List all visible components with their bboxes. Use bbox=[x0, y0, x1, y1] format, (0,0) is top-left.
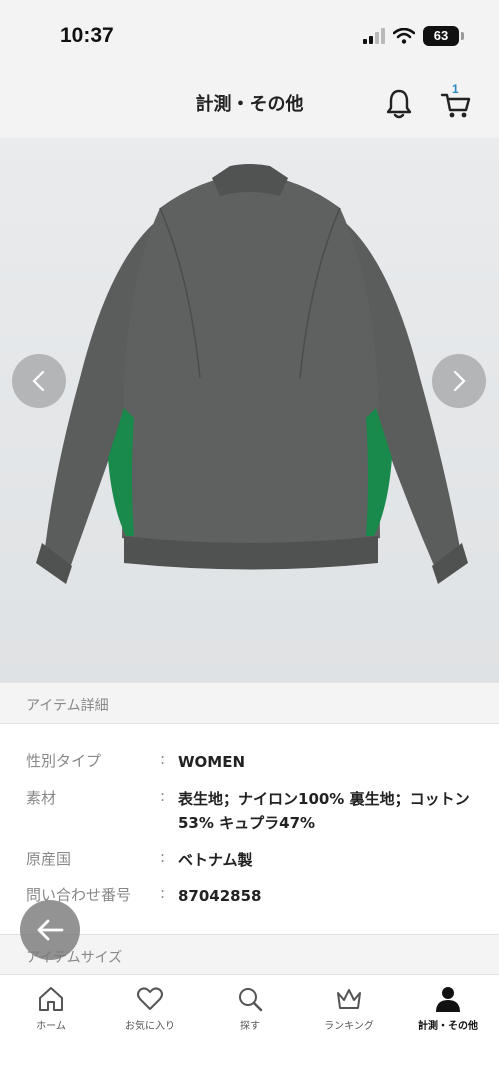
battery-icon: 63 bbox=[423, 26, 464, 46]
signal-icon bbox=[363, 28, 385, 44]
nav-home[interactable]: ホーム bbox=[1, 975, 101, 1047]
nav-other[interactable]: 計測・その他 bbox=[398, 975, 498, 1047]
nav-label: ホーム bbox=[36, 1021, 66, 1032]
wifi-icon bbox=[393, 28, 415, 44]
bell-icon[interactable] bbox=[384, 88, 414, 120]
item-detail-header: アイテム詳細 bbox=[0, 682, 499, 724]
header: 計測・その他 1 bbox=[0, 72, 499, 138]
chevron-right-icon bbox=[453, 370, 466, 392]
person-icon bbox=[436, 987, 460, 1012]
detail-value: 87042858 bbox=[178, 887, 262, 905]
product-image[interactable] bbox=[0, 138, 499, 682]
detail-colon: : bbox=[160, 750, 166, 768]
cart-count-badge: 1 bbox=[452, 82, 459, 96]
carousel-next-button[interactable] bbox=[432, 354, 486, 408]
page-title: 計測・その他 bbox=[195, 94, 304, 115]
detail-value: WOMEN bbox=[178, 753, 246, 771]
back-button[interactable] bbox=[20, 900, 80, 960]
nav-label: ランキング bbox=[324, 1021, 374, 1032]
search-icon bbox=[239, 988, 263, 1012]
detail-value: ベトナム製 bbox=[178, 851, 253, 869]
detail-label: 性別タイプ bbox=[26, 752, 102, 770]
detail-colon: : bbox=[160, 848, 166, 866]
crown-icon bbox=[337, 989, 361, 1009]
nav-ranking[interactable]: ランキング bbox=[299, 975, 399, 1047]
jacket-illustration bbox=[0, 138, 499, 682]
bottom-nav: ホーム お気に入り 探す ランキング 計測・その他 bbox=[0, 974, 499, 1080]
status-icons: 63 bbox=[363, 26, 464, 46]
heart-icon bbox=[137, 987, 163, 1010]
nav-search[interactable]: 探す bbox=[200, 975, 300, 1047]
carousel-prev-button[interactable] bbox=[12, 354, 66, 408]
nav-label: 探す bbox=[240, 1021, 260, 1032]
nav-label: お気に入り bbox=[125, 1021, 175, 1032]
home-icon bbox=[39, 987, 63, 1011]
detail-colon: : bbox=[160, 884, 166, 902]
nav-label: 計測・その他 bbox=[418, 1021, 478, 1032]
detail-label: 原産国 bbox=[26, 850, 72, 868]
status-time: 10:37 bbox=[60, 24, 114, 47]
status-bar: 10:37 63 bbox=[0, 0, 499, 72]
arrow-left-icon bbox=[37, 919, 64, 941]
detail-colon: : bbox=[160, 787, 166, 805]
nav-favorites[interactable]: お気に入り bbox=[100, 975, 200, 1047]
detail-label: 素材 bbox=[26, 789, 57, 807]
item-detail-title: アイテム詳細 bbox=[26, 698, 109, 714]
detail-value: 表生地；ナイロン100% 裏生地；コットン53% キュプラ47% bbox=[178, 790, 470, 832]
chevron-left-icon bbox=[32, 370, 45, 392]
